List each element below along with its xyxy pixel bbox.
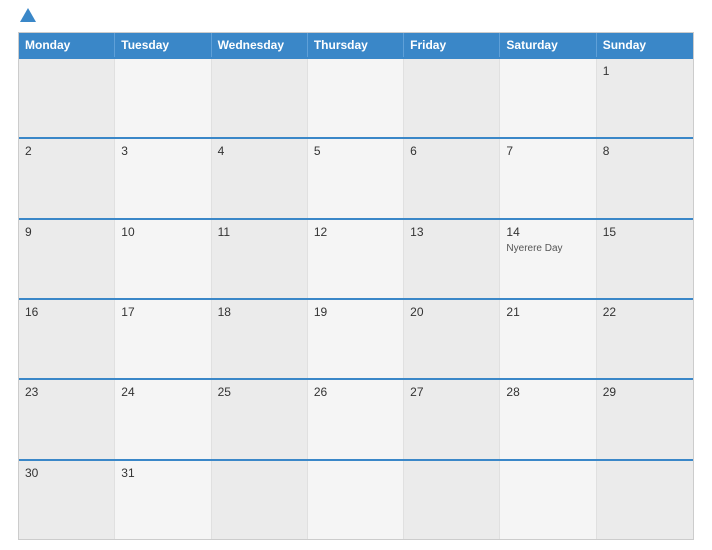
day-number: 10 xyxy=(121,225,204,239)
day-cell xyxy=(500,461,596,539)
weekday-cell: Tuesday xyxy=(115,33,211,57)
day-number: 3 xyxy=(121,144,204,158)
day-cell xyxy=(19,59,115,137)
week-row: 2345678 xyxy=(19,137,693,217)
weekday-cell: Monday xyxy=(19,33,115,57)
day-number: 1 xyxy=(603,64,687,78)
day-cell xyxy=(308,59,404,137)
weekday-cell: Friday xyxy=(404,33,500,57)
day-cell: 15 xyxy=(597,220,693,298)
day-number: 17 xyxy=(121,305,204,319)
day-cell: 1 xyxy=(597,59,693,137)
day-cell: 28 xyxy=(500,380,596,458)
calendar-page: MondayTuesdayWednesdayThursdayFridaySatu… xyxy=(0,0,712,550)
day-cell: 7 xyxy=(500,139,596,217)
day-number: 21 xyxy=(506,305,589,319)
day-number: 20 xyxy=(410,305,493,319)
day-number: 16 xyxy=(25,305,108,319)
logo-triangle-icon xyxy=(20,8,36,22)
day-number: 24 xyxy=(121,385,204,399)
day-cell: 20 xyxy=(404,300,500,378)
day-cell: 24 xyxy=(115,380,211,458)
day-number: 29 xyxy=(603,385,687,399)
day-cell: 17 xyxy=(115,300,211,378)
calendar-grid: MondayTuesdayWednesdayThursdayFridaySatu… xyxy=(18,32,694,540)
week-row: 30 31 xyxy=(19,459,693,539)
weeks-container: 1234567891011121314Nyerere Day1516171819… xyxy=(19,57,693,539)
day-number: 26 xyxy=(314,385,397,399)
weekday-cell: Saturday xyxy=(500,33,596,57)
day-cell: 16 xyxy=(19,300,115,378)
day-cell: 27 xyxy=(404,380,500,458)
day-cell: 9 xyxy=(19,220,115,298)
day-cell: 11 xyxy=(212,220,308,298)
day-cell xyxy=(404,461,500,539)
day-cell xyxy=(212,59,308,137)
day-number: 23 xyxy=(25,385,108,399)
day-cell xyxy=(115,59,211,137)
day-cell: 26 xyxy=(308,380,404,458)
logo-icon xyxy=(18,10,36,22)
day-cell: 12 xyxy=(308,220,404,298)
day-cell: 8 xyxy=(597,139,693,217)
day-cell: 5 xyxy=(308,139,404,217)
day-cell xyxy=(308,461,404,539)
day-cell: 6 xyxy=(404,139,500,217)
day-cell xyxy=(500,59,596,137)
week-row: 23 24 25 26 27 28 29 xyxy=(19,378,693,458)
weekday-cell: Thursday xyxy=(308,33,404,57)
weekday-cell: Sunday xyxy=(597,33,693,57)
day-number: 13 xyxy=(410,225,493,239)
day-number: 18 xyxy=(218,305,301,319)
week-row: 9 10 11 12 13 14 Nyerere Day 15 xyxy=(19,218,693,298)
day-cell: 21 xyxy=(500,300,596,378)
day-cell: 13 xyxy=(404,220,500,298)
day-cell xyxy=(597,461,693,539)
day-cell: 31 xyxy=(115,461,211,539)
day-number: 6 xyxy=(410,144,493,158)
day-number: 31 xyxy=(121,466,204,480)
day-number: 2 xyxy=(25,144,108,158)
day-number: 5 xyxy=(314,144,397,158)
day-cell: 30 xyxy=(19,461,115,539)
day-number: 28 xyxy=(506,385,589,399)
day-number: 4 xyxy=(218,144,301,158)
header xyxy=(18,10,694,26)
weekday-cell: Wednesday xyxy=(212,33,308,57)
day-cell: 4 xyxy=(212,139,308,217)
day-cell: 10 xyxy=(115,220,211,298)
day-cell: 18 xyxy=(212,300,308,378)
day-number: 9 xyxy=(25,225,108,239)
day-cell: 25 xyxy=(212,380,308,458)
day-number: 25 xyxy=(218,385,301,399)
day-number: 30 xyxy=(25,466,108,480)
day-number: 8 xyxy=(603,144,687,158)
day-cell xyxy=(404,59,500,137)
day-cell: 22 xyxy=(597,300,693,378)
day-cell xyxy=(212,461,308,539)
day-number: 19 xyxy=(314,305,397,319)
day-cell: 3 xyxy=(115,139,211,217)
day-number: 7 xyxy=(506,144,589,158)
week-row: 1 xyxy=(19,57,693,137)
day-number: 27 xyxy=(410,385,493,399)
weekdays-row: MondayTuesdayWednesdayThursdayFridaySatu… xyxy=(19,33,693,57)
day-number: 15 xyxy=(603,225,687,239)
week-row: 16 17 18 19 20 21 22 xyxy=(19,298,693,378)
day-cell: 2 xyxy=(19,139,115,217)
day-cell: 19 xyxy=(308,300,404,378)
day-number: 14 xyxy=(506,225,589,239)
day-cell: 23 xyxy=(19,380,115,458)
day-number: 22 xyxy=(603,305,687,319)
day-number: 12 xyxy=(314,225,397,239)
day-number: 11 xyxy=(218,225,301,239)
logo xyxy=(18,10,38,22)
day-event: Nyerere Day xyxy=(506,243,589,254)
day-cell: 29 xyxy=(597,380,693,458)
day-cell: 14 Nyerere Day xyxy=(500,220,596,298)
